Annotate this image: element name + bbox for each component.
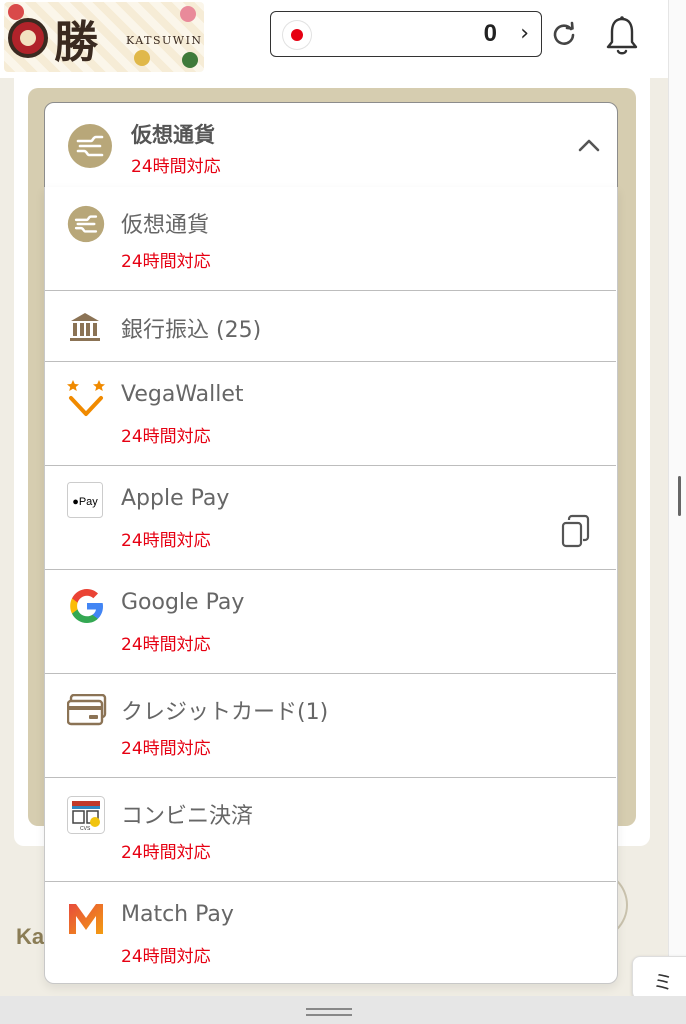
bell-icon[interactable] <box>602 14 642 58</box>
crypto-icon <box>68 124 112 168</box>
crypto-icon <box>67 205 105 243</box>
flower-decoration-icon <box>180 6 196 22</box>
chevron-up-icon[interactable] <box>577 133 601 157</box>
vegawallet-icon <box>67 380 105 416</box>
option-title: Apple Pay <box>121 486 230 511</box>
apple-pay-icon: ●Pay <box>67 482 103 518</box>
page-scrollbar[interactable] <box>668 0 686 1024</box>
option-sub: 24時間対応 <box>121 427 211 447</box>
option-bank-transfer[interactable]: 銀行振込 (25) <box>45 291 616 362</box>
logo-text: KATSUWIN <box>126 34 203 47</box>
option-sub: 24時間対応 <box>121 531 211 551</box>
option-title: Match Pay <box>121 902 234 927</box>
credit-card-icon <box>67 694 107 726</box>
google-icon <box>70 589 103 623</box>
bank-icon <box>70 313 100 341</box>
payment-method-list: 仮想通貨 24時間対応 銀行振込 (25) VegaWallet 24時間対応 … <box>44 187 618 984</box>
logo-kanji: 勝 <box>54 17 98 68</box>
balance-value: 0 <box>483 20 497 47</box>
side-menu-tab[interactable]: ミ <box>632 956 686 1000</box>
svg-text:CVS: CVS <box>80 826 91 832</box>
pine-decoration-icon <box>182 52 198 68</box>
side-tab-label: ミ <box>653 970 673 994</box>
scrollbar-thumb[interactable] <box>678 476 681 516</box>
option-convenience-store[interactable]: CVS コンビニ決済 24時間対応 <box>45 778 616 882</box>
option-credit-card[interactable]: クレジットカード(1) 24時間対応 <box>45 674 616 778</box>
option-sub: 24時間対応 <box>121 739 211 759</box>
copy-icon[interactable] <box>561 514 591 548</box>
option-title: 仮想通貨 <box>121 213 210 238</box>
svg-text:●Pay: ●Pay <box>72 496 98 508</box>
selected-method-sub: 24時間対応 <box>131 157 221 177</box>
refresh-icon[interactable] <box>550 20 578 48</box>
option-title: コンビニ決済 <box>121 804 254 829</box>
option-title: VegaWallet <box>121 382 244 407</box>
option-match-pay[interactable]: Match Pay 24時間対応 <box>45 882 616 984</box>
option-crypto[interactable]: 仮想通貨 24時間対応 <box>45 187 616 291</box>
drag-handle-icon[interactable] <box>306 1008 352 1016</box>
flower-decoration-icon <box>8 4 24 20</box>
match-pay-icon <box>69 904 103 934</box>
option-sub: 24時間対応 <box>121 252 211 272</box>
option-google-pay[interactable]: Google Pay 24時間対応 <box>45 570 616 674</box>
option-vegawallet[interactable]: VegaWallet 24時間対応 <box>45 362 616 466</box>
option-sub: 24時間対応 <box>121 635 211 655</box>
japan-flag-icon <box>283 21 311 49</box>
option-apple-pay[interactable]: ●Pay Apple Pay 24時間対応 <box>45 466 616 570</box>
flower-decoration-icon <box>134 50 150 66</box>
option-sub: 24時間対応 <box>121 947 211 967</box>
footer-text: Ka <box>16 924 45 949</box>
selected-method-title: 仮想通貨 <box>131 123 215 147</box>
balance-button[interactable]: 0 › <box>270 11 542 57</box>
option-title: クレジットカード(1) <box>121 700 329 725</box>
convenience-store-icon: CVS <box>67 796 105 834</box>
option-sub: 24時間対応 <box>121 843 211 863</box>
option-title: 銀行振込 (25) <box>121 318 262 343</box>
chevron-right-icon: › <box>520 21 529 46</box>
katsuwin-logo[interactable]: 勝 KATSUWIN <box>4 2 204 72</box>
crest-icon <box>8 18 48 58</box>
app-header: 勝 KATSUWIN 0 › <box>0 0 668 78</box>
option-title: Google Pay <box>121 590 245 615</box>
payment-method-select[interactable]: 仮想通貨 24時間対応 <box>44 102 618 188</box>
